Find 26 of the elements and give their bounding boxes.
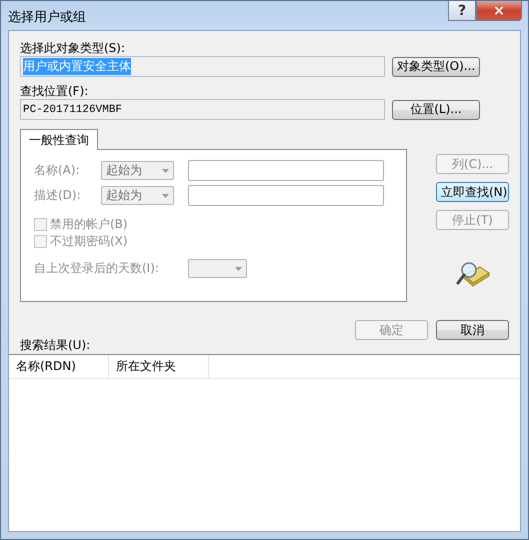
dropdown-caret-icon: [235, 266, 242, 270]
location-field[interactable]: PC-20171126VMBF: [20, 99, 385, 120]
column-header[interactable]: 所在文件夹: [109, 355, 209, 378]
checkbox-label: 禁用的帐户(B): [50, 216, 128, 233]
object-types-button[interactable]: 对象类型(O)...: [392, 56, 480, 76]
location-label: 查找位置(F):: [20, 83, 90, 99]
help-button[interactable]: ?: [448, 1, 476, 21]
field-label: 名称(A):: [34, 162, 81, 179]
close-button[interactable]: ×: [476, 1, 522, 21]
dropdown-caret-icon: [162, 168, 169, 172]
query-input-field[interactable]: [188, 185, 384, 206]
tab[interactable]: 一般性查询: [20, 129, 98, 150]
column-header[interactable]: 名称(RDN): [9, 355, 109, 378]
object-type-label: 选择此对象类型(S):: [20, 40, 126, 56]
search-folder-icon: [456, 261, 490, 287]
days-dropdown[interactable]: [188, 259, 247, 278]
dialog-button[interactable]: 取消: [436, 320, 509, 340]
side-button[interactable]: 立即查找(N): [436, 182, 509, 202]
field-label: 描述(D):: [34, 187, 82, 204]
results-label: 搜索结果(U):: [20, 337, 92, 353]
locations-button[interactable]: 位置(L)...: [392, 100, 480, 120]
dropdown-caret-icon: [162, 194, 169, 198]
window-title: 选择用户或组: [8, 9, 87, 26]
query-input-field[interactable]: [188, 160, 384, 181]
days-label: 自上次登录后的天数(I):: [34, 260, 160, 277]
checkbox-label: 不过期密码(X): [50, 233, 128, 250]
